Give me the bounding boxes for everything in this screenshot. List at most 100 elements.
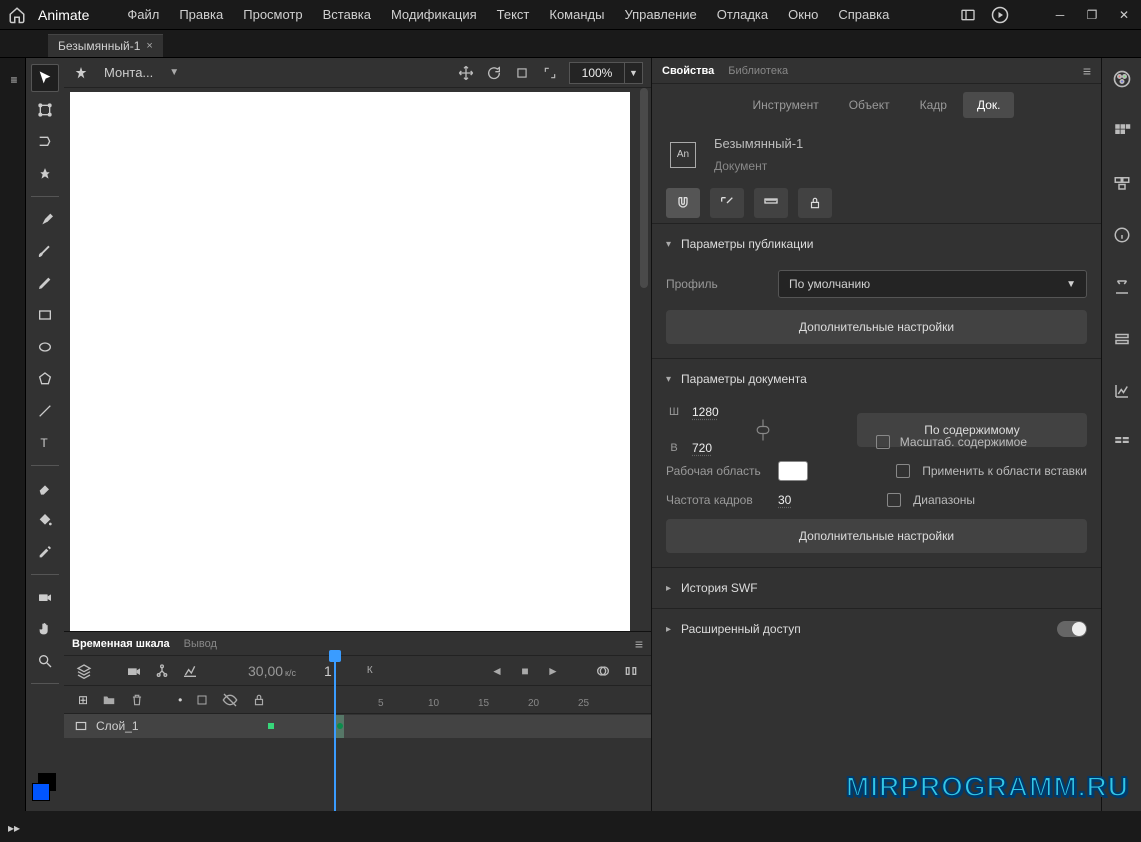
components-panel-icon[interactable] [1111,432,1133,454]
text-tool[interactable]: T [31,429,59,457]
library-tab[interactable]: Библиотека [728,65,788,77]
output-tab[interactable]: Вывод [184,638,217,650]
maximize-icon[interactable]: ❐ [1083,6,1101,24]
menu-help[interactable]: Справка [828,3,899,26]
paint-brush-tool[interactable] [31,237,59,265]
layer-row[interactable]: Слой_1 [64,714,334,738]
collapse-icon[interactable]: ≡ [0,66,28,94]
layers-icon[interactable] [74,661,94,681]
subtab-doc[interactable]: Док. [963,92,1015,118]
timeline-tab[interactable]: Временная шкала [72,638,170,650]
paint-bucket-tool[interactable] [31,506,59,534]
brush-tool[interactable] [31,205,59,233]
guides-icon[interactable] [710,188,744,218]
info-panel-icon[interactable] [1111,224,1133,246]
selection-tool[interactable] [31,64,59,92]
play-icon[interactable] [991,6,1009,24]
keyframe-dot[interactable] [337,723,343,729]
line-tool[interactable] [31,397,59,425]
layer-dot-icon[interactable]: • [178,693,182,707]
menu-insert[interactable]: Вставка [313,3,381,26]
document-tab[interactable]: Безымянный-1 × [48,34,163,57]
subtab-frame[interactable]: Кадр [906,92,961,118]
graph-icon[interactable] [180,661,200,681]
home-icon[interactable] [8,6,26,24]
playhead[interactable] [334,658,336,811]
eyedropper-tool[interactable] [31,538,59,566]
close-icon[interactable]: ✕ [1115,6,1133,24]
width-value[interactable]: 1280 [692,405,742,419]
rectangle-tool[interactable] [31,301,59,329]
layer-name[interactable]: Слой_1 [96,719,139,733]
publish-extra-settings-button[interactable]: Дополнительные настройки [666,310,1087,344]
menu-file[interactable]: Файл [117,3,169,26]
menu-edit[interactable]: Правка [169,3,233,26]
lasso-tool[interactable] [31,128,59,156]
scene-dropdown[interactable]: Монта... [104,65,153,80]
menu-control[interactable]: Управление [614,3,706,26]
minimize-icon[interactable]: ─ [1051,6,1069,24]
stage-area[interactable] [64,88,651,631]
scene-icon[interactable] [72,64,90,82]
framerate-value[interactable]: 30 [778,493,828,507]
hand-tool[interactable] [31,615,59,643]
rotate-icon[interactable] [485,64,503,82]
delete-layer-icon[interactable] [130,693,144,707]
apply-checkbox[interactable] [896,464,910,478]
menu-text[interactable]: Текст [487,3,540,26]
expand-panels-icon[interactable]: ▸▸ [0,814,28,842]
frame-ruler[interactable]: 5 10 15 20 25 [334,686,651,714]
menu-window[interactable]: Окно [778,3,828,26]
chart-panel-icon[interactable] [1111,380,1133,402]
stop-icon[interactable]: ■ [515,661,535,681]
menu-debug[interactable]: Отладка [707,3,778,26]
current-frame[interactable]: 1 [324,663,332,679]
align-panel-icon[interactable] [1111,172,1133,194]
ruler-icon[interactable] [754,188,788,218]
color-panel-icon[interactable] [1111,68,1133,90]
swf-history-head[interactable]: ▸ История SWF [652,568,1101,608]
clip-icon[interactable] [513,64,531,82]
pin-tool[interactable] [31,160,59,188]
accessibility-head[interactable]: ▸ Расширенный доступ [652,609,1101,649]
scale-checkbox[interactable] [876,435,890,449]
oval-tool[interactable] [31,333,59,361]
outline-icon[interactable] [196,694,208,706]
visibility-icon[interactable] [222,692,238,708]
menu-commands[interactable]: Команды [539,3,614,26]
workspace-icon[interactable] [959,6,977,24]
doc-extra-settings-button[interactable]: Дополнительные настройки [666,519,1087,553]
track-row[interactable] [334,714,651,738]
new-layer-icon[interactable]: ⊞ [78,693,88,707]
zoom-tool[interactable] [31,647,59,675]
stage-color-swatch[interactable] [778,461,808,481]
fill-color-swatch[interactable] [32,783,50,801]
subtab-object[interactable]: Объект [835,92,904,118]
camera-add-icon[interactable] [124,661,144,681]
parent-icon[interactable] [152,661,172,681]
range-checkbox[interactable] [887,493,901,507]
camera-tool[interactable] [31,583,59,611]
lock-button-icon[interactable] [798,188,832,218]
lock-icon[interactable] [252,693,266,707]
accessibility-toggle[interactable] [1057,621,1087,637]
color-swatches[interactable] [32,773,58,803]
fit-icon[interactable] [541,64,559,82]
next-icon[interactable]: ► [543,661,563,681]
fps-value[interactable]: 30,00 [248,663,283,679]
subtab-tool[interactable]: Инструмент [739,92,833,118]
zoom-field[interactable]: 100% [569,62,625,84]
properties-tab[interactable]: Свойства [662,65,714,77]
pen-tool[interactable] [31,269,59,297]
menu-modify[interactable]: Модификация [381,3,487,26]
doc-params-head[interactable]: ▾ Параметры документа [652,359,1101,399]
close-tab-icon[interactable]: × [146,40,152,52]
eraser-tool[interactable] [31,474,59,502]
move-icon[interactable] [457,64,475,82]
chevron-down-icon[interactable]: ▼ [169,67,179,78]
loop-icon[interactable] [621,661,641,681]
panel-menu-icon[interactable]: ≡ [1083,63,1091,79]
stage-scrollbar-v[interactable] [637,88,651,631]
polystar-tool[interactable] [31,365,59,393]
prev-icon[interactable]: ◄ [487,661,507,681]
